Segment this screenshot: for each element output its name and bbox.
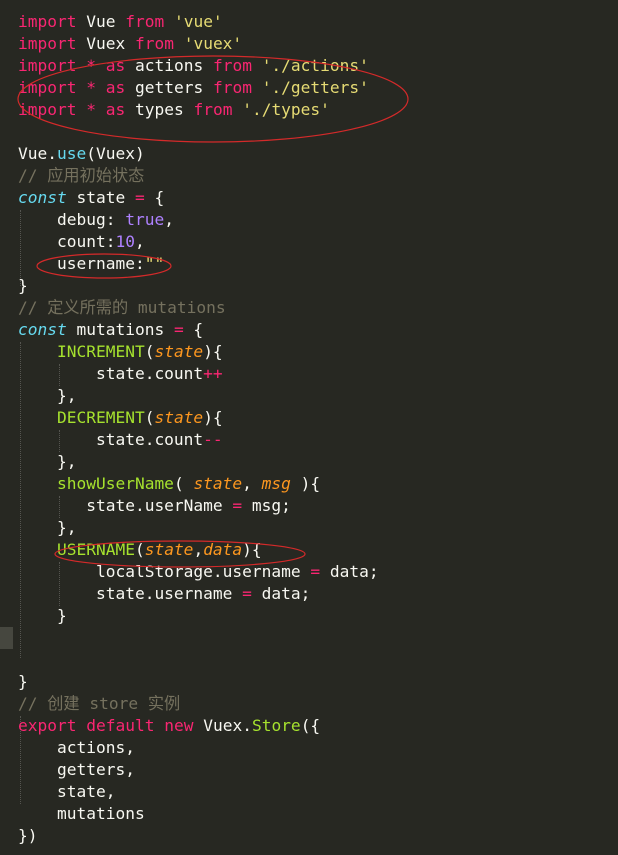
annotation-circle-username — [36, 253, 172, 279]
annotation-circle-imports — [17, 55, 409, 143]
annotation-circle-mutation — [54, 540, 306, 568]
annotation-overlay — [17, 55, 409, 568]
code-editor[interactable]: import Vue from 'vue' import Vuex from 'v… — [0, 0, 618, 855]
